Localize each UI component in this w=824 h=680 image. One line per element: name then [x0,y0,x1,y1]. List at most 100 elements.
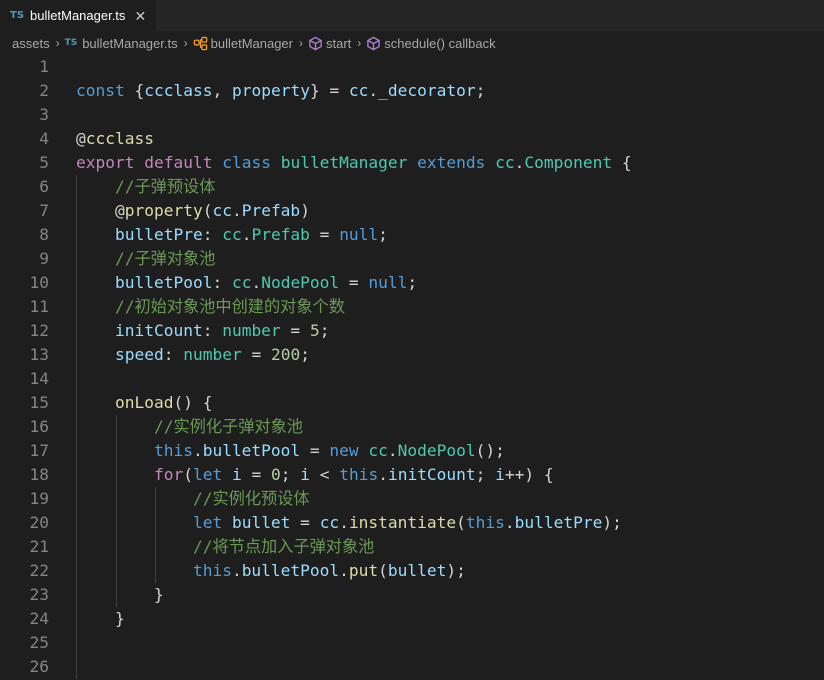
code-token: let [192,465,223,484]
code-line[interactable]: 11 //初始对象池中创建的对象个数 [0,295,824,319]
breadcrumb-callback[interactable]: schedule() callback [366,36,496,51]
line-number: 23 [29,585,50,604]
code-token: bullet [231,513,291,532]
code-token: . [192,441,203,460]
code-token: () { [173,393,213,412]
code-line[interactable]: 3 [0,103,824,127]
code-text: } [76,607,125,631]
code-line[interactable]: 16 //实例化子弹对象池 [0,415,824,439]
code-token: = [290,513,320,532]
code-text: //实例化预设体 [76,487,310,511]
code-token: this [339,465,379,484]
code-line[interactable]: 22 this.bulletPool.put(bullet); [0,559,824,583]
code-token: = [241,465,271,484]
editor-tab-bulletmanager[interactable]: TS bulletManager.ts ✕ [0,0,156,31]
code-line[interactable]: 19 //实例化预设体 [0,487,824,511]
code-token: 5 [309,321,320,340]
line-number: 16 [29,417,50,436]
code-line[interactable]: 5 export default class bulletManager exte… [0,151,824,175]
code-line[interactable]: 9 //子弹对象池 [0,247,824,271]
code-line[interactable]: 26 [0,655,824,679]
code-text: //实例化子弹对象池 [76,415,303,439]
line-number: 25 [29,633,50,652]
code-token: const [76,81,125,100]
code-editor[interactable]: 1 2 const {ccclass, property} = cc._decora… [0,55,824,680]
code-token: property [231,81,310,100]
code-token: put [348,561,379,580]
code-token: this [153,441,193,460]
typescript-file-icon: TS [64,38,78,48]
code-token: : [212,273,232,292]
tab-label: bulletManager.ts [30,8,126,23]
code-token: NodePool [261,273,340,292]
code-line[interactable]: 6 //子弹预设体 [0,175,824,199]
code-token: cc [222,225,242,244]
code-line[interactable]: 7 @property(cc.Prefab) [0,199,824,223]
code-text: } [76,583,164,607]
breadcrumb-class[interactable]: bulletManager [193,36,293,51]
code-token: bulletPool [202,441,301,460]
code-line[interactable]: 23 } [0,583,824,607]
code-token: } [76,585,164,604]
code-token: this [465,513,505,532]
code-token: //子弹对象池 [114,249,216,268]
code-line[interactable]: 10 bulletPool: cc.NodePool = null; [0,271,824,295]
code-line[interactable]: 2 const {ccclass, property} = cc._decorat… [0,79,824,103]
code-token: < [309,465,340,484]
line-number: 7 [39,201,49,220]
symbol-method-icon [308,36,323,51]
line-number: 24 [29,609,50,628]
code-token: //实例化子弹对象池 [153,417,303,436]
code-line[interactable]: 12 initCount: number = 5; [0,319,824,343]
code-token: ( [183,465,193,484]
chevron-right-icon: › [357,36,362,50]
code-line[interactable]: 20 let bullet = cc.instantiate(this.bull… [0,511,824,535]
code-text: //子弹预设体 [76,175,215,199]
code-line[interactable]: 1 [0,55,824,79]
line-number: 20 [29,513,50,532]
code-token: cc [212,201,232,220]
code-line[interactable]: 24 } [0,607,824,631]
code-line[interactable]: 18 for(let i = 0; i < this.initCount; i+… [0,463,824,487]
code-token: = [339,273,369,292]
code-token: extends [417,153,486,172]
code-token: Component [524,153,613,172]
code-line[interactable]: 15 onLoad() { [0,391,824,415]
code-line[interactable]: 25 [0,631,824,655]
code-token: . [378,465,388,484]
breadcrumb-file[interactable]: TS bulletManager.ts [65,36,178,51]
breadcrumb-folder[interactable]: assets [12,36,50,51]
code-text: export default class bulletManager exten… [76,151,632,175]
breadcrumb-method[interactable]: start [308,36,351,51]
code-token: ; [378,225,388,244]
code-line[interactable]: 8 bulletPre: cc.Prefab = null; [0,223,824,247]
code-line[interactable]: 4 @ccclass [0,127,824,151]
breadcrumb-file-label: bulletManager.ts [82,35,178,51]
code-line[interactable]: 21 //将节点加入子弹对象池 [0,535,824,559]
code-token: bulletManager [280,153,408,172]
code-token: Prefab [251,225,310,244]
code-text: let bullet = cc.instantiate(this.bulletP… [76,511,622,535]
code-token: property [124,201,203,220]
typescript-file-icon: TS [10,10,25,21]
code-token: bulletPre [114,225,203,244]
code-token: ccclass [144,81,213,100]
line-number: 1 [39,57,49,76]
code-token: : [202,225,223,244]
code-token: . [241,225,252,244]
close-icon[interactable]: ✕ [134,9,146,23]
code-line[interactable]: 17 this.bulletPool = new cc.NodePool(); [0,439,824,463]
code-line[interactable]: 13 speed: number = 200; [0,343,824,367]
code-token: null [339,225,379,244]
code-token: (); [475,441,505,460]
code-line[interactable]: 14 [0,367,824,391]
line-number: 18 [29,465,50,484]
code-token: : [163,345,184,364]
